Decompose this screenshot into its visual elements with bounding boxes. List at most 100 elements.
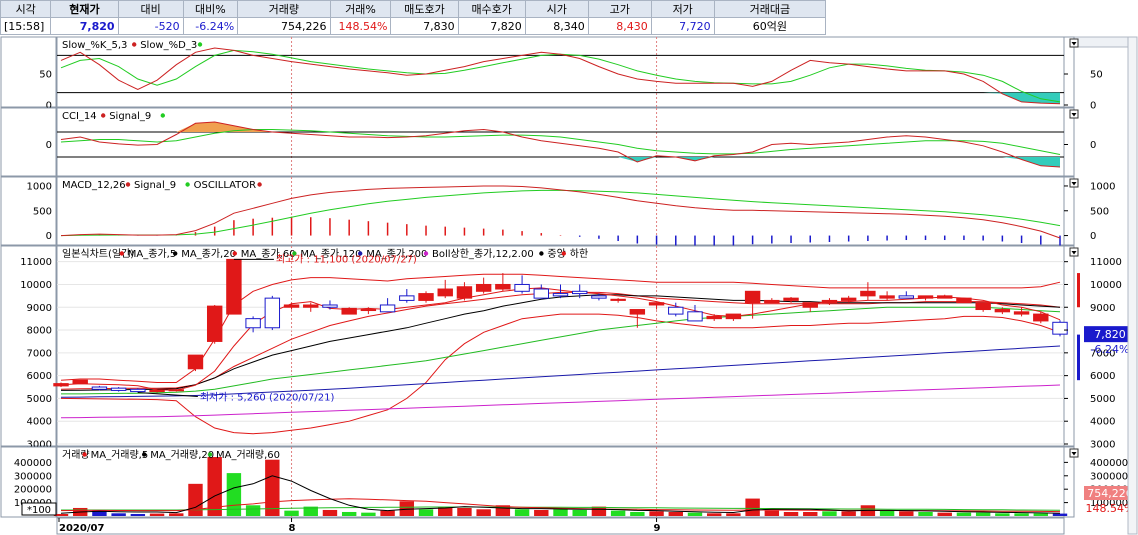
candle-body [783,297,799,301]
volume-bar [553,509,568,516]
candle-body [1052,321,1068,335]
volume-legend-dot-1 [142,452,147,457]
price-panel-right-gap [1063,245,1075,447]
quote-header-6: 매도호가 [390,0,459,18]
quote-header-11: 거래대금 [713,0,827,18]
cci-legend-dot-0 [101,113,106,118]
slow-legend-item-0: Slow_%K_5,3 [62,40,127,51]
quote-header-4: 거래량 [237,0,331,18]
slow-llabel-0: 50 [39,70,52,81]
volume-bar [514,509,530,516]
candle-body [322,304,338,308]
quote-header-0: 시각 [0,0,52,18]
volume-bar [668,511,683,516]
candle-body [975,302,991,311]
candle-body [610,298,626,301]
current-volume-ratio: 148.54% [1086,502,1135,515]
candle-body [917,295,934,299]
volume-bar [899,511,914,516]
price-legend-item-1: MA_종가,5 [128,248,176,260]
price-rlabel-7: 4000 [1090,417,1115,428]
candle-body [130,388,146,393]
candle-body [552,293,569,297]
volume-bar [534,509,549,516]
quote-header-2: 대비 [117,0,184,18]
price-legend-dot-1 [173,251,178,256]
candle-body [668,306,684,315]
cci-rlabel-0: 0 [1090,140,1096,151]
candle-body [898,295,915,299]
cci-legend-item-0: CCI_14 [62,111,97,122]
candle-body [110,387,127,391]
volume-bar [745,498,760,516]
candle-body [456,286,473,299]
volume-llabel-0: 400000 [14,458,52,469]
low-note: 최저가 : 5,260 (2020/07/21) [200,391,335,403]
macd-rlabel-0: 1000 [1090,181,1115,192]
quote-value-4: 754,226 [237,17,331,35]
candle-body [533,288,549,299]
volume-bar [418,509,434,516]
volume-legend-item-3: MA_거래량,60 [216,449,280,461]
stock-chart[interactable]: Slow_%K_5,3 Slow_%D_3505000CCI_14 Signal_9… [0,36,1138,535]
volume-bar [764,510,780,516]
cci-llabel-0: 0 [46,140,52,151]
macd-legend-dot-0 [125,182,131,187]
axis-down-strip [1077,334,1080,381]
volume-bar [380,510,395,516]
quote-value-6: 7,830 [390,17,459,35]
quote-bar: 시각 현재가 대비 대비% 거래량 거래% 매도호가 매수호가 시가 고가 저가 거래대금 [15:5… [0,0,1138,36]
price-llabel-6: 5000 [27,394,52,405]
candle-body [572,290,588,295]
candle-body [1033,313,1049,322]
right-scrollbar[interactable] [1127,36,1138,535]
volume-bar [841,511,856,516]
candle-body [687,311,703,322]
candle-body [956,297,972,304]
candle-body [437,288,453,297]
candle-body [206,305,223,342]
volume-bar [188,483,203,516]
slow-rlabel-0: 50 [1090,70,1103,81]
current-change-label: -6.24% [1091,343,1130,356]
quote-header-1: 현재가 [50,0,119,18]
candle-body [802,302,818,308]
volume-bar [572,509,587,516]
quote-table: 시각 현재가 대비 대비% 거래량 거래% 매도호가 매수호가 시가 고가 저가 거래대금 [15:5… [0,0,827,35]
volume-bar [726,513,741,516]
slow-legend-dot-0 [132,42,137,47]
macd-llabel-2: 0 [46,231,52,242]
candle-body [360,309,377,312]
candle-body [1013,311,1030,315]
volume-bar [918,511,933,516]
macd-legend-dot-1 [185,182,190,187]
price-llabel-2: 9000 [27,303,52,314]
volume-bar [130,513,146,516]
macd-llabel-1: 500 [33,206,52,217]
macd-legend-item-1: Signal_9 [134,180,176,191]
volume-bar [879,510,895,516]
candle-body [187,354,204,370]
candle-body [706,315,722,320]
x-label-2: 9 [654,523,661,534]
macd-llabel-0: 1000 [27,181,52,192]
volume-legend-dot-0 [82,452,87,457]
volume-bar [265,459,280,516]
candle-body [379,304,396,313]
candle-body [725,313,742,320]
volume-bar [822,511,837,516]
candle-body [475,283,492,292]
volume-bar [687,512,703,516]
volume-bar [610,510,626,516]
price-llabel-5: 6000 [27,371,52,382]
slow-legend-item-1: Slow_%D_3 [140,40,197,51]
volume-bar [706,513,722,516]
volume-bar [341,511,357,516]
volume-bar [995,513,1010,516]
price-legend-dot-5 [423,251,429,256]
price-legend-item-8: 하한 [570,247,588,260]
volume-bar [245,505,261,516]
quote-value-10: 7,720 [650,17,715,35]
candle-body [879,295,895,299]
candle-body [648,302,665,306]
